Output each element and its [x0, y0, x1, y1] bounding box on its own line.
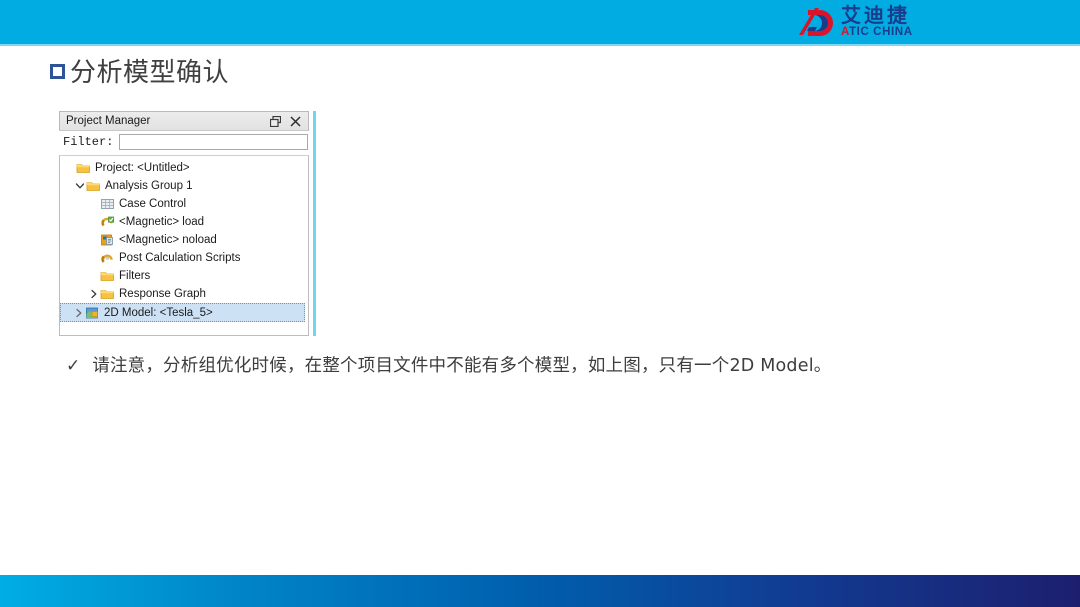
logo-english-rest: TIC CHINA — [849, 26, 913, 39]
filter-input[interactable] — [119, 134, 308, 150]
body-bullet-line: ✓ 请注意，分析组优化时候，在整个项目文件中不能有多个模型，如上图，只有一个2D… — [66, 352, 831, 377]
folder-icon — [86, 182, 100, 191]
model-2d-icon — [86, 307, 98, 318]
folder-icon — [100, 272, 114, 281]
check-bullet-icon: ✓ — [66, 356, 81, 376]
project-tree[interactable]: Project: <Untitled> Analysis Group 1 Cas… — [59, 155, 309, 336]
brand-logo: 艾迪捷 ATIC CHINA — [795, 4, 913, 40]
tree-row-label: Case Control — [119, 198, 187, 210]
top-banner — [0, 0, 1080, 44]
folder-icon — [100, 290, 114, 299]
script-icon — [101, 254, 113, 263]
logo-english-name: ATIC CHINA — [841, 27, 913, 39]
tree-row-label: Project: <Untitled> — [95, 162, 190, 174]
chevron-right-icon[interactable] — [88, 287, 100, 301]
tree-row-label: <Magnetic> noload — [119, 234, 217, 246]
page-title: 分析模型确认 — [50, 52, 229, 89]
magnetic-load-icon — [101, 216, 115, 227]
grid-table-icon — [101, 199, 114, 209]
tree-row-filters[interactable]: Filters — [60, 267, 308, 285]
folder-icon — [76, 164, 90, 173]
project-manager-panel: Project Manager Filter: Project: <Untitl… — [59, 111, 316, 336]
tree-row-label: Response Graph — [119, 288, 206, 300]
tree-row-label: 2D Model: <Tesla_5> — [104, 306, 213, 319]
tree-row-label: Filters — [119, 270, 151, 282]
logo-chinese-name: 艾迪捷 — [841, 3, 910, 28]
tree-row-case-control[interactable]: Case Control — [60, 195, 308, 213]
body-text: 请注意，分析组优化时候，在整个项目文件中不能有多个模型，如上图，只有一个2D M… — [92, 356, 832, 376]
tree-row-magnetic-noload[interactable]: <Magnetic> noload — [60, 231, 308, 249]
project-manager-title: Project Manager — [66, 115, 151, 127]
tree-row-label: <Magnetic> load — [119, 216, 205, 228]
tree-row-label: Analysis Group 1 — [105, 180, 193, 192]
chevron-down-icon[interactable] — [74, 179, 86, 193]
tree-row-2d-model[interactable]: 2D Model: <Tesla_5> — [60, 303, 305, 322]
tree-row-post-calculation-scripts[interactable]: Post Calculation Scripts — [60, 249, 308, 267]
tree-row-label: Post Calculation Scripts — [119, 252, 241, 264]
footer-gradient-bar — [0, 575, 1080, 607]
close-icon[interactable] — [290, 115, 301, 127]
chevron-right-icon[interactable] — [73, 306, 85, 320]
page-title-text: 分析模型确认 — [70, 58, 230, 88]
filter-label: Filter: — [63, 135, 114, 149]
square-bullet-icon — [50, 64, 65, 79]
logo-english-accent: A — [841, 26, 850, 39]
tree-row-analysis-group[interactable]: Analysis Group 1 — [60, 177, 308, 195]
tree-row-response-graph[interactable]: Response Graph — [60, 285, 308, 303]
magnetic-noload-icon — [101, 234, 113, 246]
top-banner-underline — [0, 44, 1080, 46]
filter-row: Filter: — [59, 133, 309, 151]
restore-window-icon[interactable] — [270, 115, 281, 127]
project-manager-titlebar: Project Manager — [59, 111, 309, 131]
panel-right-edge — [313, 111, 316, 336]
tree-row-project[interactable]: Project: <Untitled> — [60, 159, 308, 177]
atic-monogram-icon — [799, 8, 833, 36]
tree-row-magnetic-load[interactable]: <Magnetic> load — [60, 213, 308, 231]
